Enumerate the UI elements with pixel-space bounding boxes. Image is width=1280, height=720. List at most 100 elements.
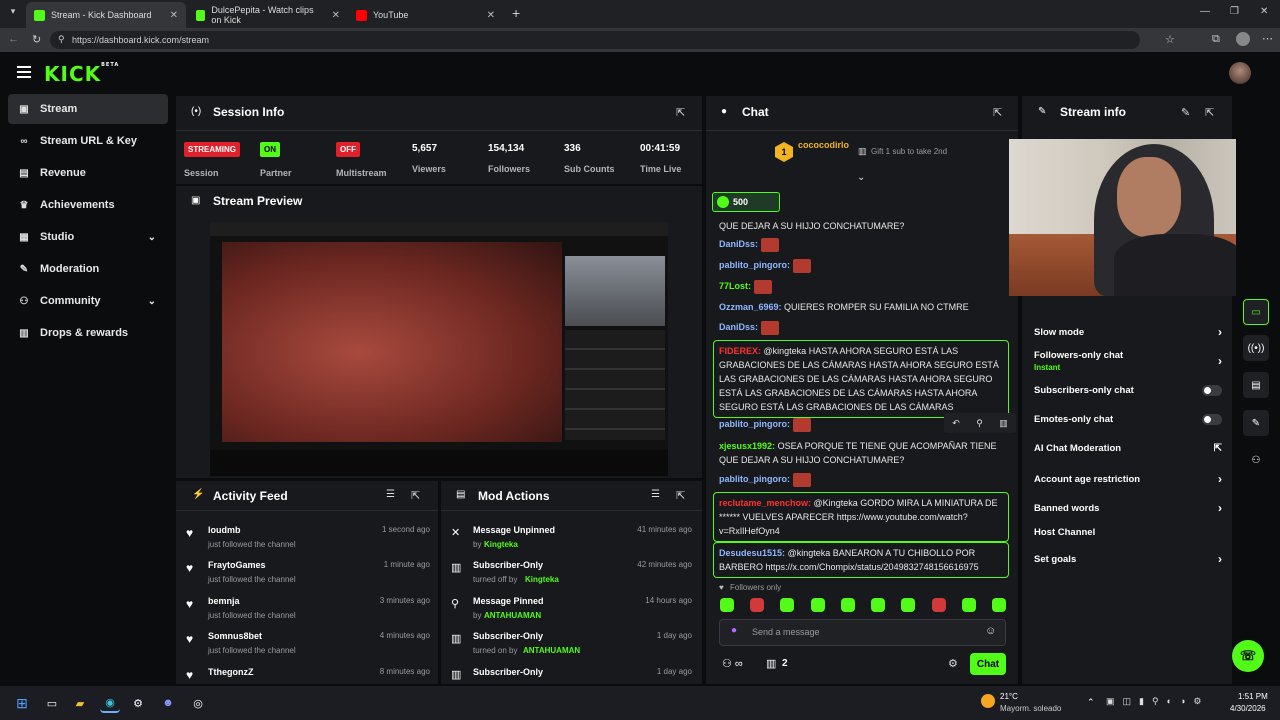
edge-icon[interactable]: ◉ [100, 693, 120, 713]
new-tab-button[interactable]: + [512, 5, 520, 21]
mic-icon[interactable]: ● [731, 625, 737, 636]
clock-date[interactable]: 4/30/2026 [1230, 704, 1266, 713]
reload-icon[interactable]: ↻ [32, 33, 41, 46]
emote-icon[interactable] [810, 598, 825, 612]
send-chat-button[interactable]: Chat [970, 653, 1006, 675]
mod-action-user[interactable]: Kingteka [525, 575, 559, 584]
sidebar-item-achievements[interactable]: ♛ Achievements [8, 190, 168, 220]
emote-icon[interactable] [750, 598, 765, 612]
activity-user[interactable]: TthegonzZ [208, 667, 254, 677]
emote-icon[interactable] [871, 598, 886, 612]
gift-icon[interactable]: ▥ [766, 657, 776, 670]
popout-icon[interactable]: ⇱ [1205, 106, 1214, 119]
steam-icon[interactable]: ⚙ [128, 693, 148, 713]
tray-chevron-icon[interactable]: ⌃ [1087, 697, 1095, 708]
emote-icon[interactable] [991, 598, 1006, 612]
emotes-only-toggle[interactable] [1202, 414, 1222, 425]
more-icon[interactable]: ⋯ [1262, 32, 1273, 45]
wrench-rail-button[interactable]: ✎ [1243, 410, 1269, 436]
stream-preview-video[interactable] [210, 222, 668, 476]
chat-username[interactable]: pablito_pingoro: [719, 260, 790, 270]
chat-username[interactable]: reclutame_menchow: [719, 498, 811, 508]
chat-username[interactable]: FIDEREX: [719, 346, 761, 356]
sidebar-item-moderation[interactable]: ✎ Moderation [8, 254, 168, 284]
emote-icon[interactable] [961, 598, 976, 612]
popout-icon[interactable]: ⇱ [676, 489, 685, 502]
user-avatar[interactable] [1229, 62, 1251, 84]
activity-user[interactable]: bemnja [208, 596, 240, 606]
tab-dulcepepita[interactable]: DulcePepita - Watch clips on Kick ✕ [188, 2, 348, 28]
minimize-icon[interactable]: — [1200, 6, 1210, 17]
collections-icon[interactable]: ⧉ [1212, 33, 1220, 46]
sidebar-item-revenue[interactable]: ▤ Revenue [8, 158, 168, 188]
task-view-icon[interactable]: ▭ [42, 693, 62, 713]
broadcast-rail-button[interactable]: ((•)) [1243, 335, 1269, 361]
emote-icon[interactable] [931, 598, 946, 612]
site-info-icon[interactable]: ⚲ [58, 34, 65, 45]
activity-user[interactable]: FraytoGames [208, 560, 266, 570]
setting-host-channel[interactable]: Host Channel [1034, 527, 1222, 538]
url-field[interactable]: https://dashboard.kick.com/stream [50, 31, 1140, 49]
activity-user[interactable]: Somnus8bet [208, 631, 262, 641]
top-gifter-name[interactable]: cococodirlo [798, 140, 849, 150]
sidebar-item-community[interactable]: ⚇ Community ⌄ [8, 286, 168, 316]
delete-icon[interactable]: ▥ [999, 418, 1008, 429]
close-icon[interactable]: ✕ [332, 10, 340, 21]
close-icon[interactable]: ✕ [487, 10, 495, 21]
chat-username[interactable]: DaniDss: [719, 322, 758, 332]
emote-icon[interactable] [840, 598, 855, 612]
weather-temp[interactable]: 21°C [1000, 692, 1018, 701]
close-icon[interactable]: ✕ [170, 10, 178, 21]
sidebar-item-drops-rewards[interactable]: ▥ Drops & rewards [8, 318, 168, 348]
reply-icon[interactable]: ↶ [952, 418, 960, 429]
community-icon[interactable]: ⚇ ∞ [722, 657, 743, 670]
maximize-icon[interactable]: ❐ [1230, 6, 1239, 17]
help-chat-button[interactable]: ☏ [1232, 640, 1264, 672]
chat-goal-badge[interactable]: 500 [712, 192, 780, 212]
mod-action-user[interactable]: Kingteka [484, 540, 518, 549]
activity-user[interactable]: loudmb [208, 525, 241, 535]
chat-username[interactable]: pablito_pingoro: [719, 419, 790, 429]
popout-icon[interactable]: ⇱ [993, 106, 1002, 119]
window-close-icon[interactable]: ✕ [1260, 6, 1268, 17]
popout-icon[interactable]: ⇱ [411, 489, 420, 502]
edit-icon[interactable]: ✎ [1181, 106, 1190, 119]
tray-icons[interactable]: ▣◫▮⚲◐◑⚙ [1106, 696, 1210, 707]
sidebar-item-studio[interactable]: ▦ Studio ⌄ [8, 222, 168, 252]
setting-set-goals[interactable]: Set goals › [1034, 552, 1222, 566]
chat-rail-button[interactable]: ▭ [1243, 299, 1269, 325]
emoji-icon[interactable]: ☺ [985, 625, 996, 637]
collapse-icon[interactable]: ⌄ [857, 172, 865, 183]
filter-icon[interactable]: ☰ [386, 489, 395, 500]
filter-icon[interactable]: ☰ [651, 489, 660, 500]
setting-slow-mode[interactable]: Slow mode › [1034, 325, 1222, 339]
mod-action-user[interactable]: ANTAHUAMAN [484, 611, 541, 620]
setting-account-age[interactable]: Account age restriction › [1034, 472, 1222, 486]
favorite-icon[interactable]: ☆ [1165, 33, 1175, 46]
setting-followers-only[interactable]: Followers-only chat Instant › [1034, 350, 1222, 374]
mod-action-user[interactable]: ANTAHUAMAN [523, 646, 580, 655]
obs-icon[interactable]: ◎ [188, 693, 208, 713]
pin-icon[interactable]: ⚲ [976, 418, 983, 429]
tab-kick-dashboard[interactable]: Stream - Kick Dashboard ✕ [26, 2, 186, 28]
chat-username[interactable]: 77Lost: [719, 281, 751, 291]
file-explorer-icon[interactable]: ▰ [70, 693, 90, 713]
community-rail-button[interactable]: ⚇ [1243, 447, 1269, 473]
profile-avatar[interactable] [1236, 32, 1250, 46]
emote-icon[interactable] [901, 598, 916, 612]
emote-icon[interactable] [780, 598, 795, 612]
windows-start-icon[interactable]: ⊞ [12, 693, 32, 713]
chat-username[interactable]: DaniDss: [719, 239, 758, 249]
sidebar-item-stream-url-key[interactable]: ∞ Stream URL & Key [8, 126, 168, 156]
setting-ai-chat-moderation[interactable]: AI Chat Moderation ⇱ [1034, 443, 1222, 454]
chat-settings-icon[interactable]: ⚙ [948, 657, 958, 670]
menu-icon[interactable] [17, 66, 31, 78]
sidebar-item-stream[interactable]: ▣ Stream [8, 94, 168, 124]
tab-youtube[interactable]: YouTube ✕ [348, 2, 503, 28]
chat-username[interactable]: Ozzman_6969: [719, 302, 782, 312]
chat-username[interactable]: xjesusx1992: [719, 441, 775, 451]
popout-icon[interactable]: ⇱ [676, 106, 685, 119]
subscribers-only-toggle[interactable] [1202, 385, 1222, 396]
kick-logo[interactable]: KICKBETA [44, 62, 119, 86]
layout-rail-button[interactable]: ▤ [1243, 372, 1269, 398]
